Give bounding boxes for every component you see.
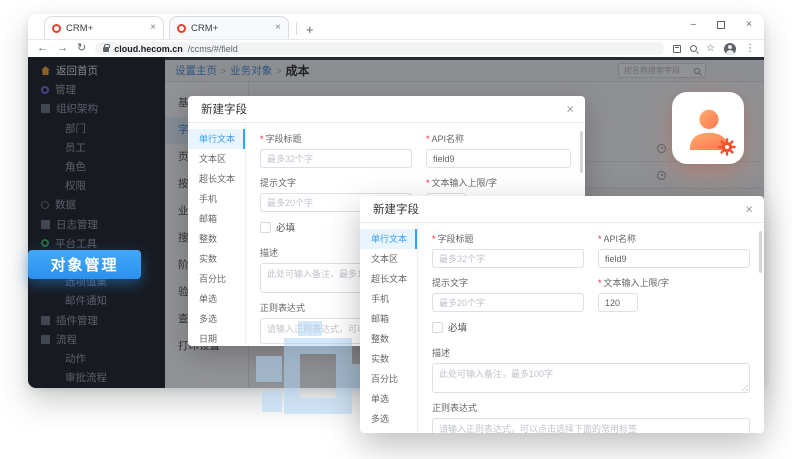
lock-icon [103,47,109,52]
toolbar-icons: ☆ ⋮ [673,43,755,55]
text-limit-label: *文本输入上限/字 [598,276,750,289]
window-controls: – × [691,19,752,30]
browser-toolbar: ← → ↻ cloud.hecom.cn /ccms/#/field ☆ ⋮ [28,40,764,57]
close-icon[interactable]: × [566,103,574,116]
text-limit-input[interactable] [598,293,638,312]
field-type-real[interactable]: 实数 [360,349,417,369]
regex-textarea[interactable] [432,418,750,433]
profile-avatar[interactable] [724,43,736,55]
modal-header: 新建字段 × [188,96,585,123]
field-type-longtext[interactable]: 超长文本 [188,169,245,189]
crm-favicon [177,24,186,33]
decor-logo-block [262,390,282,412]
address-bar[interactable]: cloud.hecom.cn /ccms/#/field [95,42,664,55]
description-textarea[interactable] [432,363,750,393]
browser-tab-strip: CRM+ × CRM+ × + – × [28,14,764,40]
field-title-label: *字段标题 [432,232,584,245]
modal-scrollbar[interactable] [580,131,583,173]
field-type-textarea[interactable]: 文本区 [360,249,417,269]
modal-header: 新建字段 × [360,196,764,223]
hint-text-label: 提示文字 [260,176,412,189]
field-type-single-line[interactable]: 单行文本 [188,129,245,149]
hint-text-label: 提示文字 [432,276,584,289]
field-type-date[interactable]: 日期 [188,329,245,346]
new-tab-button[interactable]: + [306,23,314,36]
gear-icon [717,137,737,157]
field-type-mobile[interactable]: 手机 [360,289,417,309]
close-icon[interactable]: × [745,203,753,216]
translate-icon[interactable] [673,45,681,53]
required-checkbox-label: 必填 [448,320,467,334]
field-type-real[interactable]: 实数 [188,249,245,269]
field-type-percent[interactable]: 百分比 [360,369,417,389]
field-title-input[interactable] [432,249,584,268]
field-type-percent[interactable]: 百分比 [188,269,245,289]
required-checkbox[interactable] [260,222,271,233]
field-type-textarea[interactable]: 文本区 [188,149,245,169]
browser-tab-2[interactable]: CRM+ × [169,16,289,39]
field-type-single-select[interactable]: 单选 [360,389,417,409]
front-modal-new-field: 新建字段 × 单行文本 文本区 超长文本 手机 邮箱 整数 实数 百分比 单选 … [360,196,764,433]
api-name-input[interactable] [598,249,750,268]
decor-logo-block [298,321,322,336]
field-type-multi-select[interactable]: 多选 [360,409,417,429]
url-path: /ccms/#/field [188,44,238,54]
user-settings-card [672,92,744,164]
tab-title: CRM+ [191,23,218,34]
hint-text-input[interactable] [432,293,584,312]
field-title-label: *字段标题 [260,132,412,145]
field-type-integer[interactable]: 整数 [360,329,417,349]
reload-icon[interactable]: ↻ [77,43,86,54]
regex-label: 正则表达式 [432,401,750,414]
field-type-list: 单行文本 文本区 超长文本 手机 邮箱 整数 实数 百分比 单选 多选 日期 [360,223,418,433]
back-icon[interactable]: ← [37,43,48,54]
menu-kebab-icon[interactable]: ⋮ [745,44,755,54]
required-checkbox-label: 必填 [276,220,295,234]
forward-icon[interactable]: → [57,43,68,54]
description-label: 描述 [432,346,750,359]
field-type-single-select[interactable]: 单选 [188,289,245,309]
tab-title: CRM+ [66,23,93,34]
decor-logo-block [256,356,282,382]
modal-title: 新建字段 [201,101,247,117]
field-type-mobile[interactable]: 手机 [188,189,245,209]
field-type-multi-select[interactable]: 多选 [188,309,245,329]
api-name-input[interactable] [426,149,571,168]
modal-title: 新建字段 [373,201,419,217]
tab-close-icon[interactable]: × [150,23,156,33]
field-form: *字段标题 *API名称 提示文字 *文本输入上限/字 [418,223,764,433]
modal-body: 单行文本 文本区 超长文本 手机 邮箱 整数 实数 百分比 单选 多选 日期 *… [360,223,764,433]
zoom-icon[interactable] [690,45,697,52]
api-name-label: *API名称 [426,132,571,145]
field-type-list: 单行文本 文本区 超长文本 手机 邮箱 整数 实数 百分比 单选 多选 日期 [188,123,246,346]
field-title-input[interactable] [260,149,412,168]
window-close-button[interactable]: × [746,19,752,30]
decor-logo-block [284,338,352,414]
url-domain: cloud.hecom.cn [114,44,183,54]
api-name-label: *API名称 [598,232,750,245]
field-type-date[interactable]: 日期 [360,429,417,433]
screenshot-stage: CRM+ × CRM+ × + – × ← → ↻ cloud.hecom.cn [0,0,792,459]
bookmark-star-icon[interactable]: ☆ [706,44,715,54]
field-type-longtext[interactable]: 超长文本 [360,269,417,289]
field-type-single-line[interactable]: 单行文本 [360,229,417,249]
modal-scrollbar[interactable] [759,231,762,273]
field-type-email[interactable]: 邮箱 [360,309,417,329]
tab-divider [296,22,297,35]
maximize-button[interactable] [717,21,725,29]
browser-tab-1[interactable]: CRM+ × [44,16,164,39]
object-management-badge: 对象管理 [28,250,141,279]
required-checkbox[interactable] [432,322,443,333]
minimize-button[interactable]: – [691,19,697,30]
text-limit-label: *文本输入上限/字 [426,176,571,189]
field-type-email[interactable]: 邮箱 [188,209,245,229]
crm-favicon [52,24,61,33]
required-checkbox-row: 必填 [432,320,750,334]
field-type-integer[interactable]: 整数 [188,229,245,249]
tab-close-icon[interactable]: × [275,23,281,33]
